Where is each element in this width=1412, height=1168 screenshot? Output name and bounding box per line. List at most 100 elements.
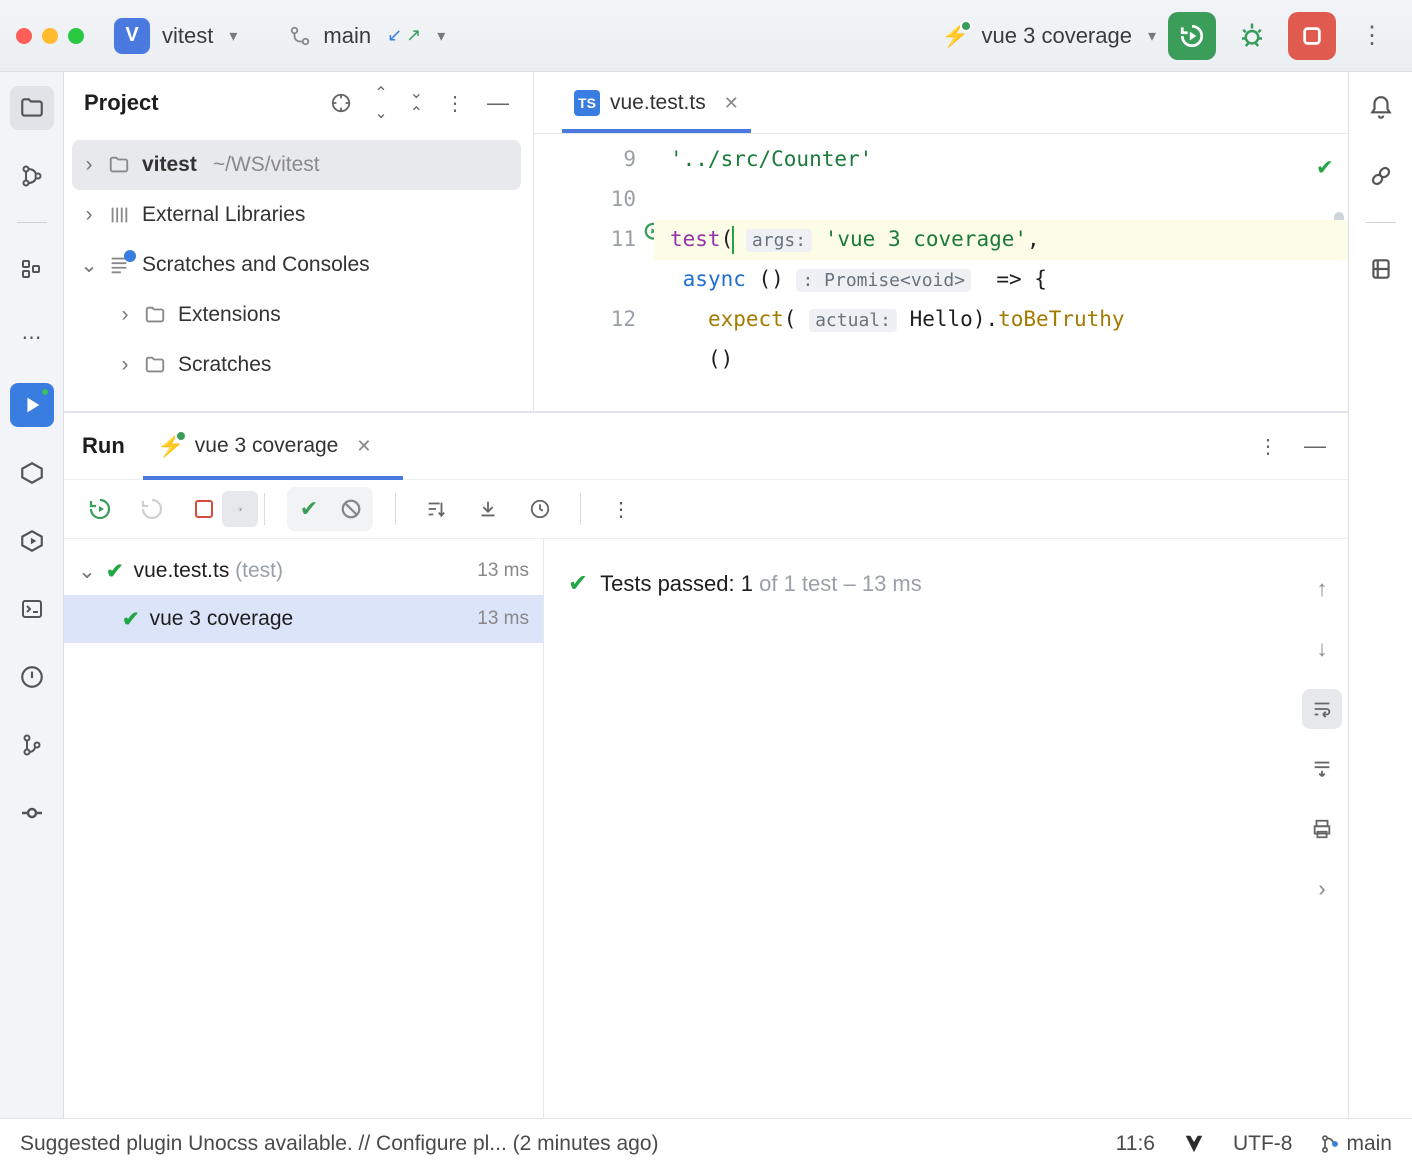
extensions-label: Extensions (178, 303, 281, 327)
scroll-to-end-button[interactable] (1302, 749, 1342, 789)
inlay-hint: : Promise<void> (796, 269, 971, 292)
project-panel-title: Project (84, 90, 312, 116)
test-time-label: 13 ms (477, 608, 529, 630)
run-tool-button[interactable] (10, 383, 54, 427)
code-fn: toBeTruthy (998, 307, 1124, 331)
chevron-down-icon[interactable]: ▾ (1148, 26, 1156, 46)
close-tab-icon[interactable]: ✕ (724, 93, 739, 114)
window-minimize-button[interactable] (42, 28, 58, 44)
prev-result-button[interactable]: ↑ (1302, 569, 1342, 609)
vcs-update-push-icons[interactable]: ↙↗ (387, 25, 421, 46)
collapse-all-icon[interactable]: ⌄⌃ (406, 79, 427, 127)
status-encoding[interactable]: UTF-8 (1233, 1132, 1293, 1156)
target-icon[interactable] (326, 88, 356, 118)
output-summary-label: of 1 test – 13 ms (759, 571, 922, 596)
right-tool-rail (1348, 72, 1412, 1118)
test-file-row[interactable]: ⌄ ✔ vue.test.ts (test) 13 ms (64, 547, 543, 595)
export-button[interactable] (470, 491, 506, 527)
branch-name-label[interactable]: main (323, 23, 371, 49)
vitest-icon: ⚡ (942, 22, 970, 50)
expand-all-icon[interactable]: ⌃⌄ (370, 79, 391, 127)
soft-wrap-button[interactable] (1302, 689, 1342, 729)
more-tools-button[interactable]: ⋯ (10, 315, 54, 359)
status-suggestion[interactable]: Suggested plugin Unocss available. // Co… (20, 1132, 659, 1156)
status-branch[interactable]: main (1320, 1132, 1392, 1156)
vcs-branch-tool-button[interactable] (10, 723, 54, 767)
code-keyword: async (683, 267, 746, 291)
tree-item-external-libs[interactable]: › External Libraries (72, 190, 521, 240)
run-tab[interactable]: ⚡ vue 3 coverage ✕ (143, 426, 386, 466)
run-anything-button[interactable] (10, 519, 54, 563)
notifications-button[interactable] (1359, 86, 1403, 130)
problems-tool-button[interactable] (10, 655, 54, 699)
run-toolbar: ✔ ⋮ (64, 479, 1348, 539)
test-results-tree[interactable]: ⌄ ✔ vue.test.ts (test) 13 ms ✔ vue 3 cov… (64, 539, 544, 1118)
vue-icon[interactable] (1183, 1133, 1205, 1155)
output-side-rail: ↑ ↓ › (1302, 569, 1342, 909)
history-button[interactable] (522, 491, 558, 527)
folder-icon (144, 354, 168, 376)
run-config-label: vue 3 coverage (982, 23, 1132, 49)
folder-icon (144, 304, 168, 326)
show-ignored-button[interactable] (333, 491, 369, 527)
print-button[interactable] (1302, 809, 1342, 849)
chevron-down-icon[interactable]: ▾ (437, 26, 445, 46)
next-result-button[interactable]: ↓ (1302, 629, 1342, 669)
tree-item-scratches-child[interactable]: › Scratches (72, 340, 521, 390)
chevron-down-icon[interactable]: ▾ (229, 26, 237, 46)
stop-tests-button[interactable] (186, 491, 222, 527)
close-run-tab-icon[interactable]: ✕ (356, 436, 371, 457)
test-case-row[interactable]: ✔ vue 3 coverage 13 ms (64, 595, 543, 643)
status-line-col[interactable]: 11:6 (1116, 1132, 1155, 1156)
vcs-tool-button[interactable] (10, 154, 54, 198)
code-area[interactable]: '../src/Counter' test( args: 'vue 3 cove… (654, 134, 1348, 411)
editor-body[interactable]: ✔ 9 10 11 12 '../src/Counter' (534, 134, 1348, 411)
run-button[interactable] (1168, 12, 1216, 60)
toggle-coverage-button[interactable] (222, 491, 258, 527)
rerun-button[interactable] (82, 491, 118, 527)
database-tool-button[interactable] (1359, 247, 1403, 291)
tree-item-extensions[interactable]: › Extensions (72, 290, 521, 340)
toolbar-more-button[interactable]: ⋮ (603, 491, 639, 527)
project-tool-button[interactable] (10, 86, 54, 130)
terminal-tool-button[interactable] (10, 587, 54, 631)
rerun-failed-button[interactable] (134, 491, 170, 527)
project-name-label[interactable]: vitest (162, 23, 213, 49)
tree-item-scratches[interactable]: ⌄ Scratches and Consoles (72, 240, 521, 290)
sort-button[interactable] (418, 491, 454, 527)
scratches-icon (108, 254, 132, 276)
structure-tool-button[interactable] (10, 247, 54, 291)
window-controls (16, 28, 84, 44)
root-path-label: ~/WS/vitest (213, 153, 320, 177)
hide-panel-icon[interactable]: — (483, 86, 513, 120)
more-icon[interactable]: ⋮ (1254, 430, 1282, 463)
window-zoom-button[interactable] (68, 28, 84, 44)
status-bar: Suggested plugin Unocss available. // Co… (0, 1118, 1412, 1168)
more-menu-button[interactable]: ⋮ (1348, 12, 1396, 60)
code-fn: expect (708, 307, 784, 331)
test-output[interactable]: ✔ Tests passed: 1 of 1 test – 13 ms ↑ ↓ (544, 539, 1348, 1118)
editor-tab-bar: TS vue.test.ts ✕ (534, 72, 1348, 134)
window-close-button[interactable] (16, 28, 32, 44)
commit-tool-button[interactable] (10, 791, 54, 835)
editor: TS vue.test.ts ✕ ✔ 9 10 11 (534, 72, 1348, 411)
output-passed-label: Tests passed: 1 (600, 571, 753, 596)
more-icon[interactable]: ⋮ (441, 87, 469, 120)
inlay-hint: args: (746, 229, 812, 252)
project-tree[interactable]: › vitest ~/WS/vitest › External Librarie… (64, 134, 533, 411)
library-icon (108, 204, 132, 226)
tree-root-item[interactable]: › vitest ~/WS/vitest (72, 140, 521, 190)
debug-button[interactable] (1228, 12, 1276, 60)
scratches-child-label: Scratches (178, 353, 271, 377)
test-file-label: vue.test.ts (134, 559, 230, 582)
ai-tool-button[interactable] (1359, 154, 1403, 198)
vitest-icon: ⚡ (157, 432, 185, 460)
show-passed-button[interactable]: ✔ (291, 491, 327, 527)
run-configuration-selector[interactable]: ⚡ vue 3 coverage ▾ (942, 22, 1156, 50)
services-tool-button[interactable] (10, 451, 54, 495)
hide-panel-icon[interactable]: — (1300, 429, 1330, 463)
expand-output-button[interactable]: › (1302, 869, 1342, 909)
stop-button[interactable] (1288, 12, 1336, 60)
run-tab-label: vue 3 coverage (195, 434, 339, 458)
editor-tab[interactable]: TS vue.test.ts ✕ (562, 77, 751, 133)
